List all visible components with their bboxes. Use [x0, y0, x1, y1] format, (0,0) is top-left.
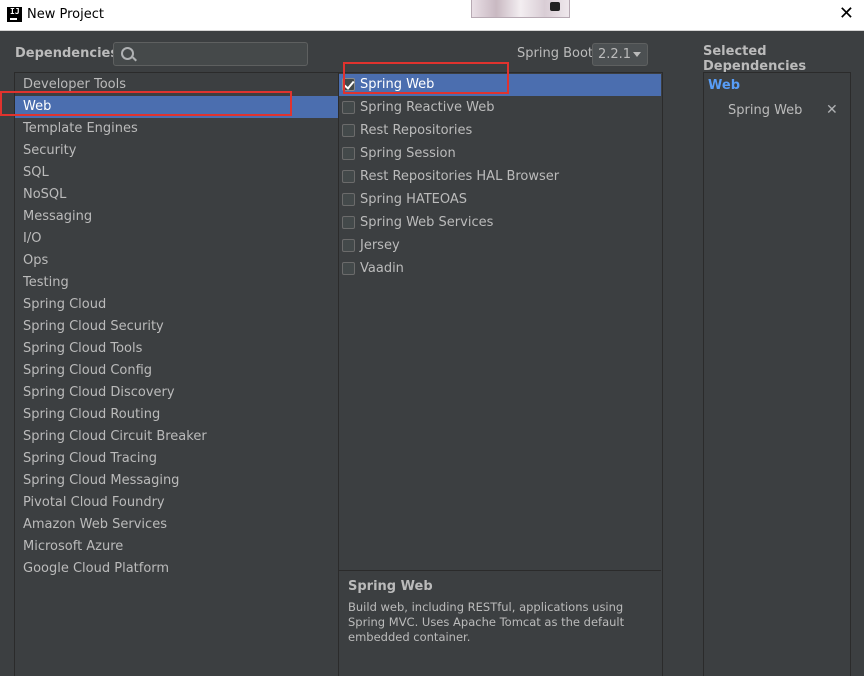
description-title: Spring Web: [348, 579, 433, 594]
dependency-checkbox[interactable]: [342, 262, 355, 275]
search-field[interactable]: [113, 42, 308, 66]
dependency-label: Vaadin: [360, 261, 404, 276]
dependency-item[interactable]: Jersey: [339, 235, 661, 257]
category-item[interactable]: Spring Cloud: [15, 294, 338, 316]
category-item[interactable]: Security: [15, 140, 338, 162]
category-list: Developer Tools Web Template Engines Securi…: [14, 72, 339, 676]
category-item[interactable]: Developer Tools: [15, 74, 338, 96]
dependency-checkbox[interactable]: [342, 216, 355, 229]
dependency-item[interactable]: Spring Web: [339, 74, 661, 96]
checkmark-icon: [343, 78, 355, 90]
dependency-checkbox[interactable]: [342, 78, 355, 91]
dependency-list: Spring Web Build web, including RESTful,…: [339, 72, 663, 676]
dependency-label: Spring Reactive Web: [360, 100, 495, 115]
category-item[interactable]: SQL: [15, 162, 338, 184]
selected-dependencies-heading: Selected Dependencies: [703, 44, 807, 74]
dependency-item[interactable]: Vaadin: [339, 258, 661, 280]
title-bar: IJ New Project ✕: [0, 0, 864, 31]
dependency-label: Rest Repositories: [360, 123, 473, 138]
category-item[interactable]: Spring Cloud Circuit Breaker: [15, 426, 338, 448]
dependency-label: Spring Web: [360, 77, 435, 92]
close-icon[interactable]: ✕: [839, 4, 854, 24]
dependency-checkbox[interactable]: [342, 101, 355, 114]
selected-item-label: Spring Web: [728, 103, 803, 118]
category-item[interactable]: Spring Cloud Tracing: [15, 448, 338, 470]
decorative-banner-image: [471, 0, 570, 18]
category-item[interactable]: I/O: [15, 228, 338, 250]
dependency-checkbox[interactable]: [342, 170, 355, 183]
description-divider: [339, 570, 661, 571]
dependency-label: Jersey: [360, 238, 400, 253]
category-item[interactable]: NoSQL: [15, 184, 338, 206]
dependency-checkbox[interactable]: [342, 239, 355, 252]
dependency-checkbox[interactable]: [342, 193, 355, 206]
dependency-label: Spring Web Services: [360, 215, 494, 230]
category-item[interactable]: Google Cloud Platform: [15, 558, 338, 580]
category-item[interactable]: Spring Cloud Discovery: [15, 382, 338, 404]
dependency-item[interactable]: Spring Reactive Web: [339, 97, 661, 119]
dependency-item[interactable]: Rest Repositories: [339, 120, 661, 142]
dependency-label: Spring Session: [360, 146, 456, 161]
category-item[interactable]: Template Engines: [15, 118, 338, 140]
search-input[interactable]: [138, 45, 307, 65]
dependency-checkbox[interactable]: [342, 147, 355, 160]
category-item[interactable]: Spring Cloud Security: [15, 316, 338, 338]
category-item[interactable]: Spring Cloud Config: [15, 360, 338, 382]
chevron-down-icon: [633, 52, 641, 57]
category-item[interactable]: Spring Cloud Routing: [15, 404, 338, 426]
intellij-app-icon: IJ: [7, 7, 22, 22]
category-item[interactable]: Amazon Web Services: [15, 514, 338, 536]
spring-boot-version-value: 2.2.1: [598, 47, 632, 62]
category-item[interactable]: Web: [15, 96, 338, 118]
category-item[interactable]: Messaging: [15, 206, 338, 228]
selected-dependencies-panel: Web Spring Web ✕: [703, 72, 851, 676]
remove-icon[interactable]: ✕: [826, 102, 838, 118]
category-item[interactable]: Ops: [15, 250, 338, 272]
dependency-item[interactable]: Spring HATEOAS: [339, 189, 661, 211]
search-icon: [121, 47, 134, 60]
category-item[interactable]: Pivotal Cloud Foundry: [15, 492, 338, 514]
dependencies-heading: Dependencies: [15, 46, 119, 61]
dependency-label: Spring HATEOAS: [360, 192, 468, 207]
spring-boot-version-select[interactable]: 2.2.1: [592, 43, 648, 66]
dependency-checkbox[interactable]: [342, 124, 355, 137]
category-item[interactable]: Microsoft Azure: [15, 536, 338, 558]
dependency-item[interactable]: Spring Session: [339, 143, 661, 165]
category-item[interactable]: Spring Cloud Tools: [15, 338, 338, 360]
category-item[interactable]: Testing: [15, 272, 338, 294]
spring-boot-label: Spring Boot: [517, 46, 594, 61]
category-item[interactable]: Spring Cloud Messaging: [15, 470, 338, 492]
dependency-label: Rest Repositories HAL Browser: [360, 169, 560, 184]
dependency-item[interactable]: Rest Repositories HAL Browser: [339, 166, 661, 188]
window-title: New Project: [27, 7, 104, 22]
selected-group-label: Web: [708, 78, 740, 93]
dependency-item[interactable]: Spring Web Services: [339, 212, 661, 234]
description-text: Build web, including RESTful, applicatio…: [348, 600, 625, 644]
